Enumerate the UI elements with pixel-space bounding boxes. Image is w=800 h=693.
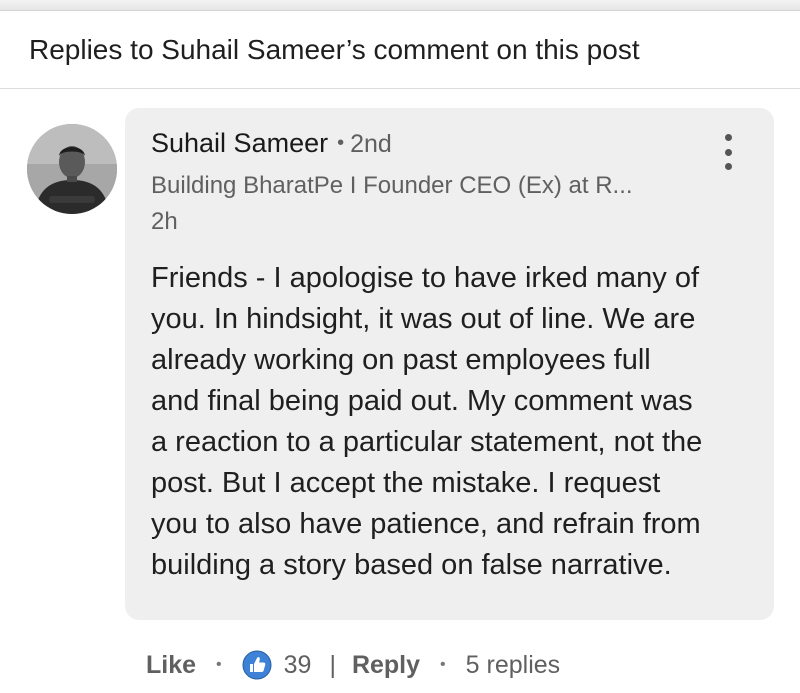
like-button[interactable]: Like (146, 651, 196, 680)
vertical-ellipsis-icon-dot (724, 148, 732, 156)
timestamp: 2h (151, 208, 178, 235)
comment-body: Friends - I apologise to have irked many… (151, 258, 763, 586)
more-options-button[interactable] (712, 130, 744, 174)
comment-line: already working on past employees full (151, 344, 651, 376)
connection-degree: 2nd (350, 130, 392, 158)
comment-line: post. But I accept the mistake. I reques… (151, 467, 661, 499)
comment-line: a reaction to a particular statement, no… (151, 426, 703, 458)
separator-dot: • (440, 656, 446, 673)
page-title: Replies to Suhail Sameer’s comment on th… (29, 34, 640, 65)
separator-dot: • (216, 656, 222, 673)
comment-line: you to also have patience, and refrain f… (151, 508, 701, 540)
vertical-ellipsis-icon (724, 134, 732, 141)
vertical-ellipsis-icon-dot (724, 163, 732, 170)
avatar-photo (27, 124, 117, 214)
author-headline: Building BharatPe I Founder CEO (Ex) at … (151, 172, 633, 199)
author-name[interactable]: Suhail Sameer (151, 128, 328, 158)
reply-button[interactable]: Reply (352, 651, 420, 680)
separator-bar: | (329, 650, 336, 679)
thumbs-up-icon[interactable] (242, 650, 272, 680)
page-header: Replies to Suhail Sameer’s comment on th… (0, 10, 800, 89)
comment-line: building a story based on false narrativ… (151, 549, 672, 581)
comment-actions: Like • 39 | Reply • 5 replies (146, 645, 560, 685)
comment-line: Friends - I apologise to have irked many… (151, 262, 700, 294)
comment-line: and final being paid out. My comment was (151, 385, 693, 417)
like-count: 39 (283, 650, 312, 679)
comment-line: you. In hindsight, it was out of line. W… (151, 303, 696, 335)
page: Replies to Suhail Sameer’s comment on th… (0, 0, 800, 693)
author-row: Suhail Sameer • 2nd (151, 128, 392, 159)
avatar[interactable] (27, 124, 117, 214)
separator-dot: • (337, 132, 345, 154)
replies-count-link[interactable]: 5 replies (466, 651, 561, 680)
